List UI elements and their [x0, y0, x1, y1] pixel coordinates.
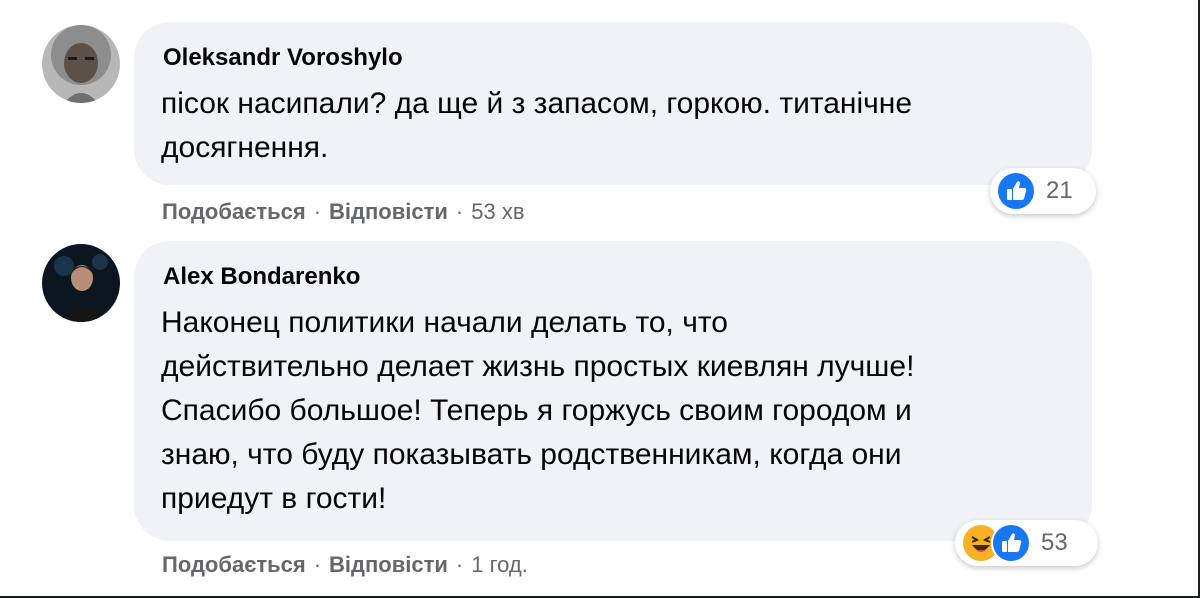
separator: ·: [455, 552, 464, 577]
separator: ·: [455, 199, 464, 224]
like-button[interactable]: Подобається: [162, 552, 306, 578]
separator: ·: [313, 199, 322, 224]
comment-actions: Подобається · Відповісти · 53 хв: [162, 199, 525, 225]
reactions-badge[interactable]: 21: [990, 168, 1096, 214]
like-icon: [991, 523, 1031, 563]
like-icon: [996, 171, 1036, 211]
comment-timestamp[interactable]: 53 хв: [471, 199, 524, 225]
comment-item: Oleksandr Voroshylo пісок насипали? да щ…: [0, 0, 1195, 230]
reactions-badge[interactable]: 53: [955, 520, 1098, 566]
separator: ·: [313, 552, 322, 577]
avatar[interactable]: [42, 25, 120, 103]
comment-author[interactable]: Alex Bondarenko: [163, 263, 360, 291]
comment-bubble: Alex Bondarenko Наконец политики начали …: [134, 241, 1092, 541]
reply-button[interactable]: Відповісти: [329, 552, 448, 578]
reaction-count: 21: [1046, 177, 1073, 204]
reaction-count: 53: [1041, 529, 1068, 556]
comments-panel: Oleksandr Voroshylo пісок насипали? да щ…: [0, 0, 1200, 598]
comment-bubble: Oleksandr Voroshylo пісок насипали? да щ…: [134, 22, 1092, 185]
reply-button[interactable]: Відповісти: [329, 199, 448, 225]
like-button[interactable]: Подобається: [162, 199, 306, 225]
comment-author[interactable]: Oleksandr Voroshylo: [163, 44, 403, 72]
comment-text: пісок насипали? да ще й з запасом, горко…: [161, 87, 913, 164]
comment-timestamp[interactable]: 1 год.: [471, 552, 528, 578]
comment-item: Alex Bondarenko Наконец политики начали …: [0, 230, 1195, 596]
comment-text: Наконец политики начали делать то, что д…: [161, 306, 915, 515]
avatar[interactable]: [42, 244, 120, 322]
comment-actions: Подобається · Відповісти · 1 год.: [162, 552, 528, 578]
